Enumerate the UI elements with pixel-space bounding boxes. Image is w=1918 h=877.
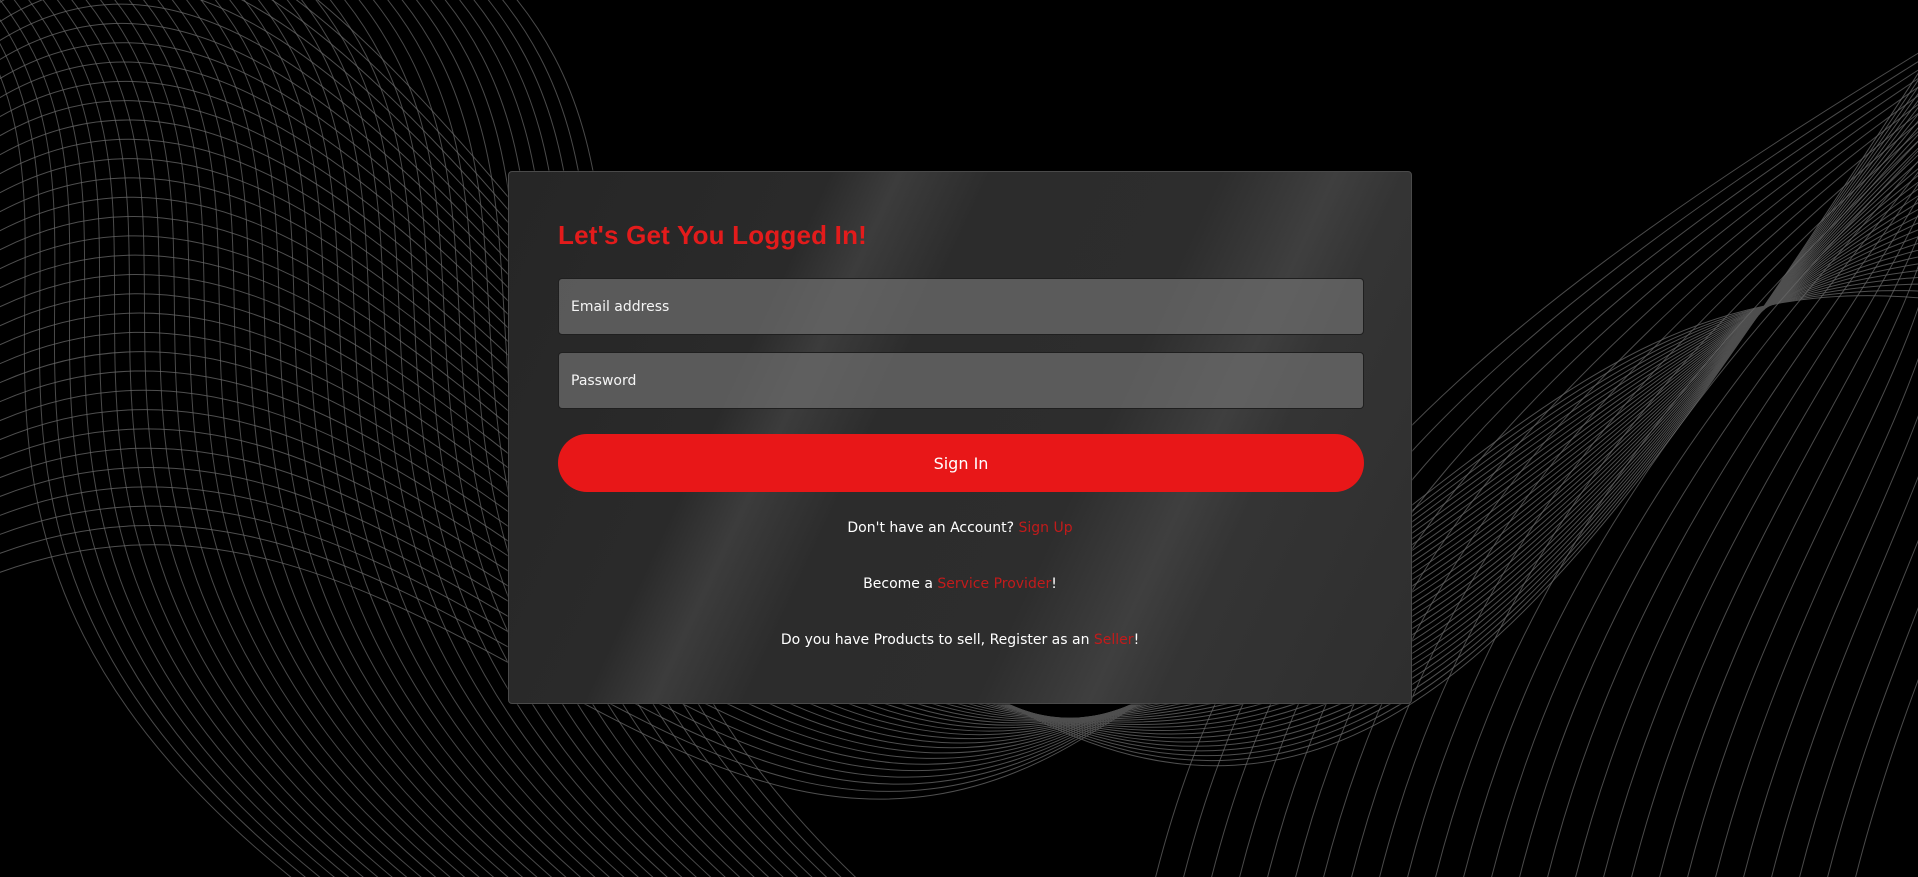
seller-suffix: ! (1133, 632, 1140, 648)
signup-prompt: Don't have an Account? Sign Up (509, 520, 1411, 536)
password-field[interactable] (558, 352, 1364, 409)
service-provider-suffix: ! (1051, 576, 1057, 592)
signup-prompt-text: Don't have an Account? (847, 520, 1019, 536)
service-provider-prompt: Become a Service Provider! (509, 576, 1411, 592)
login-page: Let's Get You Logged In! Sign In Don't h… (0, 0, 1918, 877)
email-field[interactable] (558, 278, 1364, 335)
seller-link[interactable]: Seller (1094, 632, 1134, 648)
sign-in-button[interactable]: Sign In (558, 434, 1364, 492)
seller-prefix: Do you have Products to sell, Register a… (780, 632, 1094, 648)
seller-prompt: Do you have Products to sell, Register a… (509, 632, 1411, 648)
service-provider-link[interactable]: Service Provider (937, 576, 1051, 592)
sign-up-link[interactable]: Sign Up (1019, 520, 1073, 536)
service-provider-prefix: Become a (863, 576, 938, 592)
login-title: Let's Get You Logged In! (558, 220, 868, 250)
login-card: Let's Get You Logged In! Sign In Don't h… (508, 171, 1412, 704)
